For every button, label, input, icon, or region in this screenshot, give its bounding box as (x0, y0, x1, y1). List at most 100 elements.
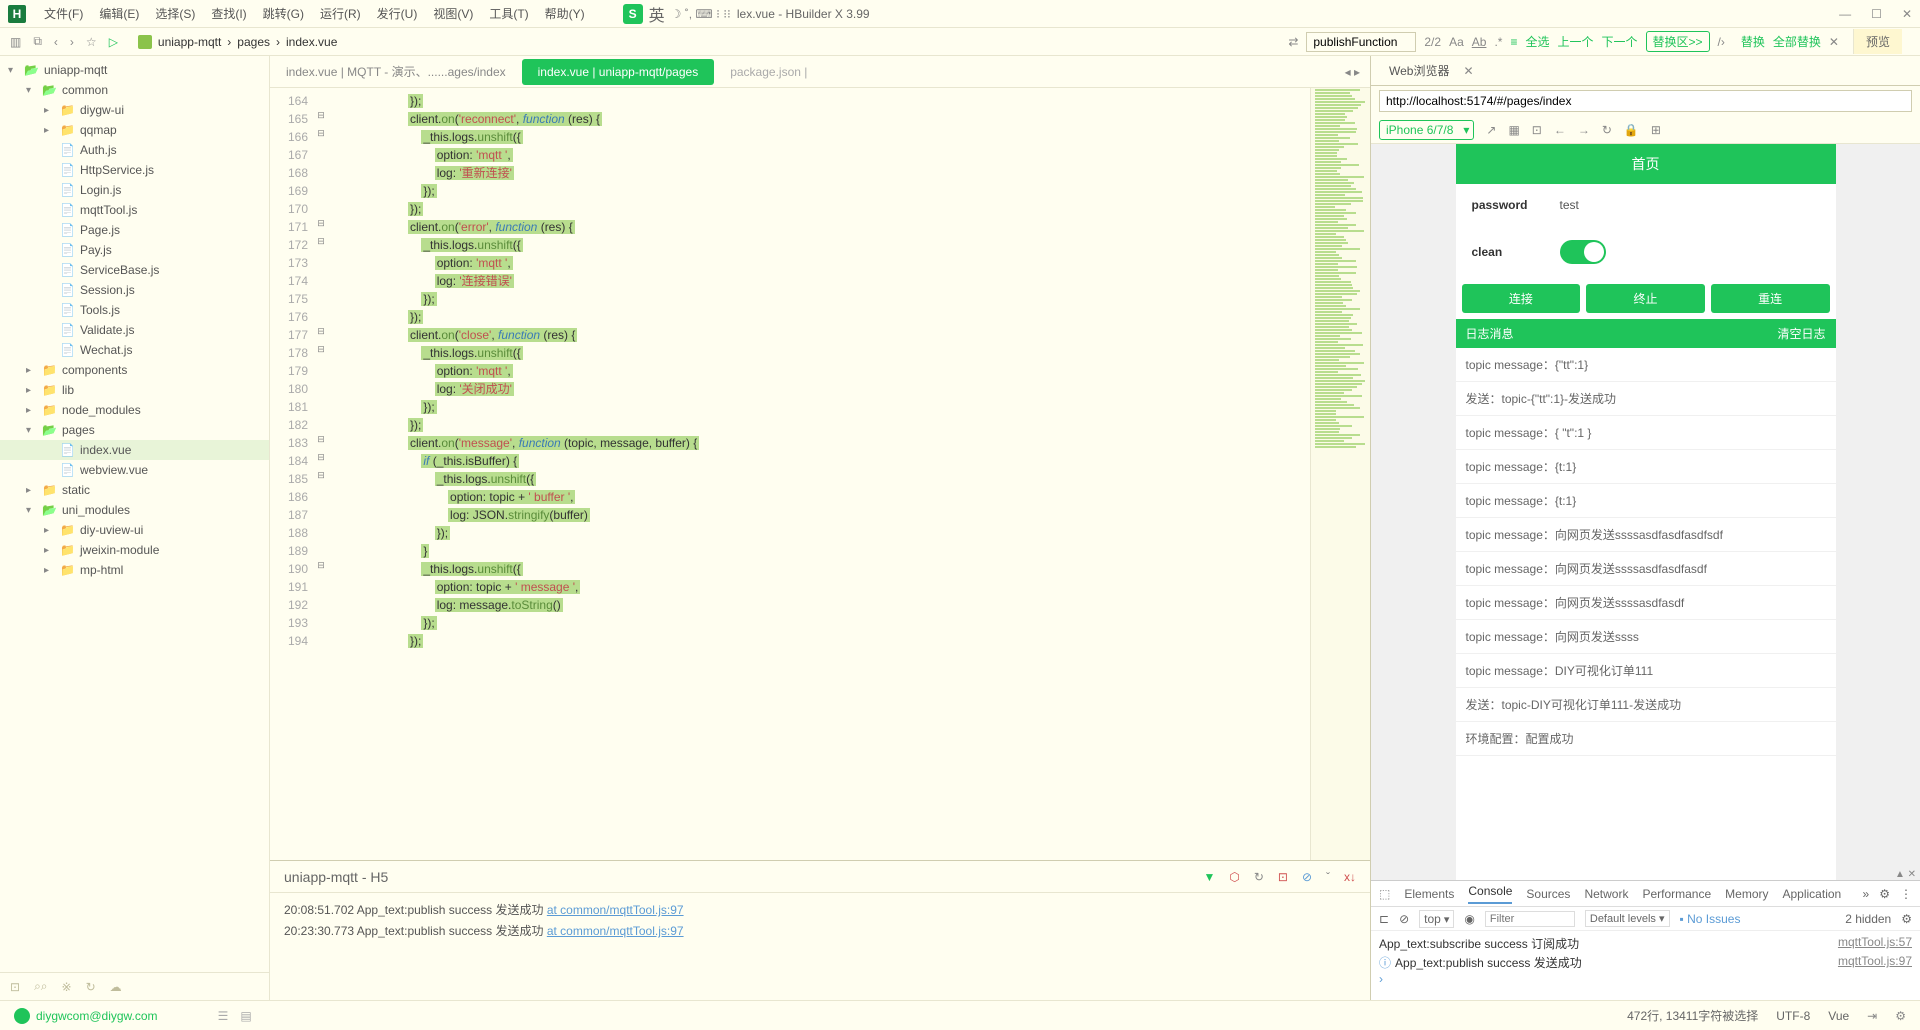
tree-item-node_modules[interactable]: ▸📁node_modules (0, 400, 269, 420)
copy-icon[interactable]: ⧉ (33, 34, 42, 49)
phone-btn-重连[interactable]: 重连 (1711, 284, 1830, 313)
phone-btn-连接[interactable]: 连接 (1462, 284, 1581, 313)
tree-item-jweixin-module[interactable]: ▸📁jweixin-module (0, 540, 269, 560)
back-icon[interactable]: ‹ (54, 35, 58, 49)
run-icon[interactable]: ▷ (109, 35, 118, 49)
log-clear-button[interactable]: 清空日志 (1777, 325, 1825, 342)
menu-视图(V)[interactable]: 视图(V) (425, 5, 481, 22)
devtools-tab-Elements[interactable]: Elements (1404, 887, 1454, 901)
menu-编辑(E)[interactable]: 编辑(E) (91, 5, 147, 22)
log-list[interactable]: topic message：{"tt":1}发送：topic-{"tt":1}-… (1456, 348, 1836, 880)
devtools-menu-icon[interactable]: ⋮ (1900, 887, 1912, 901)
editor-tab[interactable]: package.json | (714, 59, 823, 85)
find-all-button[interactable]: 全选 (1525, 33, 1549, 50)
find-close-icon[interactable]: ✕ (1829, 35, 1839, 49)
minimize-icon[interactable]: — (1839, 7, 1851, 21)
devtools-toggle-icon[interactable]: ⊏ (1379, 912, 1389, 926)
sidebar-collapse-icon[interactable]: ⊡ (10, 980, 20, 994)
console-restart-icon[interactable]: ↻ (1254, 870, 1264, 884)
status-list-icon[interactable]: ☰ (218, 1009, 229, 1023)
menu-发行(U)[interactable]: 发行(U) (369, 5, 426, 22)
tree-item-Login.js[interactable]: 📄Login.js (0, 180, 269, 200)
devtools-tab-Network[interactable]: Network (1584, 887, 1628, 901)
devtools-hidden-gear-icon[interactable]: ⚙ (1901, 912, 1912, 926)
status-email[interactable]: diygwcom@diygw.com (36, 1009, 158, 1023)
tree-item-qqmap[interactable]: ▸📁qqmap (0, 120, 269, 140)
menu-运行(R)[interactable]: 运行(R) (312, 5, 369, 22)
find-mode-icon[interactable]: ⇄ (1288, 35, 1298, 49)
breadcrumb-file[interactable]: index.vue (286, 35, 337, 49)
tree-item-Validate.js[interactable]: 📄Validate.js (0, 320, 269, 340)
replace-all-button[interactable]: 全部替换 (1773, 33, 1821, 50)
devtools-more-icon[interactable]: » (1863, 887, 1870, 901)
console-close-icon[interactable]: x↓ (1344, 870, 1356, 884)
devtools-settings-icon[interactable]: ⚙ (1879, 887, 1890, 901)
phone-btn-终止[interactable]: 终止 (1586, 284, 1705, 313)
tree-item-uniapp-mqtt[interactable]: ▾📂uniapp-mqtt (0, 60, 269, 80)
console-collapse-icon[interactable]: ˇ (1326, 870, 1330, 884)
devtools-tab-Application[interactable]: Application (1783, 887, 1842, 901)
tree-item-Tools.js[interactable]: 📄Tools.js (0, 300, 269, 320)
devtools-handle-icon[interactable]: ▲ ✕ (1895, 869, 1916, 880)
find-input[interactable] (1306, 32, 1416, 52)
console-body[interactable]: 20:08:51.702 App_text:publish success 发送… (270, 893, 1370, 1000)
tree-item-Pay.js[interactable]: 📄Pay.js (0, 240, 269, 260)
minimap[interactable] (1310, 88, 1370, 860)
tree-item-Wechat.js[interactable]: 📄Wechat.js (0, 340, 269, 360)
status-grid-icon[interactable]: ▤ (240, 1009, 251, 1023)
find-case-icon[interactable]: Aa (1449, 35, 1464, 49)
tree-item-uni_modules[interactable]: ▾📂uni_modules (0, 500, 269, 520)
browser-new-icon[interactable]: ↗ (1486, 123, 1496, 137)
menu-工具(T)[interactable]: 工具(T) (481, 5, 536, 22)
sidebar-ant-icon[interactable]: ※ (62, 980, 72, 994)
devtools-tab-Memory[interactable]: Memory (1725, 887, 1768, 901)
menu-查找(I)[interactable]: 查找(I) (203, 5, 254, 22)
find-word-icon[interactable]: Ab (1472, 35, 1487, 49)
devtools-eye-icon[interactable]: ◉ (1464, 912, 1474, 926)
editor-tab[interactable]: index.vue | MQTT - 演示、......ages/index (270, 57, 522, 86)
devtools-inspect-icon[interactable]: ⬚ (1379, 887, 1390, 901)
tree-item-webview.vue[interactable]: 📄webview.vue (0, 460, 269, 480)
terminal-icon[interactable]: ▥ (10, 35, 21, 49)
tree-item-Page.js[interactable]: 📄Page.js (0, 220, 269, 240)
devtools-clear-icon[interactable]: ⊘ (1399, 912, 1409, 926)
devtools-log[interactable]: App_text:subscribe success 订阅成功mqttTool.… (1371, 931, 1920, 1000)
status-encoding[interactable]: UTF-8 (1776, 1009, 1810, 1023)
sidebar-sync-icon[interactable]: ↻ (86, 980, 96, 994)
tree-item-mp-html[interactable]: ▸📁mp-html (0, 560, 269, 580)
console-record-icon[interactable]: ⊡ (1278, 870, 1288, 884)
tree-item-index.vue[interactable]: 📄index.vue (0, 440, 269, 460)
browser-lock-icon[interactable]: 🔒 (1624, 123, 1639, 137)
status-language[interactable]: Vue (1828, 1009, 1849, 1023)
tree-item-static[interactable]: ▸📁static (0, 480, 269, 500)
preview-button[interactable]: 预览 (1853, 29, 1902, 54)
devtools-filter-input[interactable] (1485, 911, 1575, 927)
replace-button[interactable]: 替换 (1741, 33, 1765, 50)
devtools-issues[interactable]: ▪ No Issues (1680, 912, 1741, 926)
devtools-levels-select[interactable]: Default levels ▾ (1585, 910, 1670, 927)
tree-item-diy-uview-ui[interactable]: ▸📁diy-uview-ui (0, 520, 269, 540)
tree-item-common[interactable]: ▾📂common (0, 80, 269, 100)
find-prev-button[interactable]: 上一个 (1557, 33, 1593, 50)
browser-grid-icon[interactable]: ⊞ (1651, 123, 1661, 137)
console-clear-icon[interactable]: ⊘ (1302, 870, 1312, 884)
menu-跳转(G)[interactable]: 跳转(G) (255, 5, 312, 22)
tree-item-pages[interactable]: ▾📂pages (0, 420, 269, 440)
tree-item-diygw-ui[interactable]: ▸📁diygw-ui (0, 100, 269, 120)
tree-item-Session.js[interactable]: 📄Session.js (0, 280, 269, 300)
editor-tab[interactable]: index.vue | uniapp-mqtt/pages (522, 59, 715, 85)
maximize-icon[interactable]: ☐ (1871, 7, 1882, 21)
browser-tab-close-icon[interactable]: ✕ (1463, 64, 1473, 78)
breadcrumb-root[interactable]: uniapp-mqtt (158, 35, 221, 49)
browser-tab[interactable]: Web浏览器 (1381, 58, 1457, 83)
browser-back-icon[interactable]: ← (1554, 123, 1566, 137)
status-indent-icon[interactable]: ⇥ (1867, 1009, 1877, 1023)
devtools-tab-Sources[interactable]: Sources (1526, 887, 1570, 901)
browser-forward-icon[interactable]: → (1578, 123, 1590, 137)
status-settings-icon[interactable]: ⚙ (1895, 1009, 1906, 1023)
find-replace-empty-icon[interactable]: /› (1718, 35, 1725, 49)
tree-item-lib[interactable]: ▸📁lib (0, 380, 269, 400)
devtools-tab-Performance[interactable]: Performance (1642, 887, 1711, 901)
tree-item-Auth.js[interactable]: 📄Auth.js (0, 140, 269, 160)
device-select[interactable]: iPhone 6/7/8 (1379, 120, 1474, 140)
